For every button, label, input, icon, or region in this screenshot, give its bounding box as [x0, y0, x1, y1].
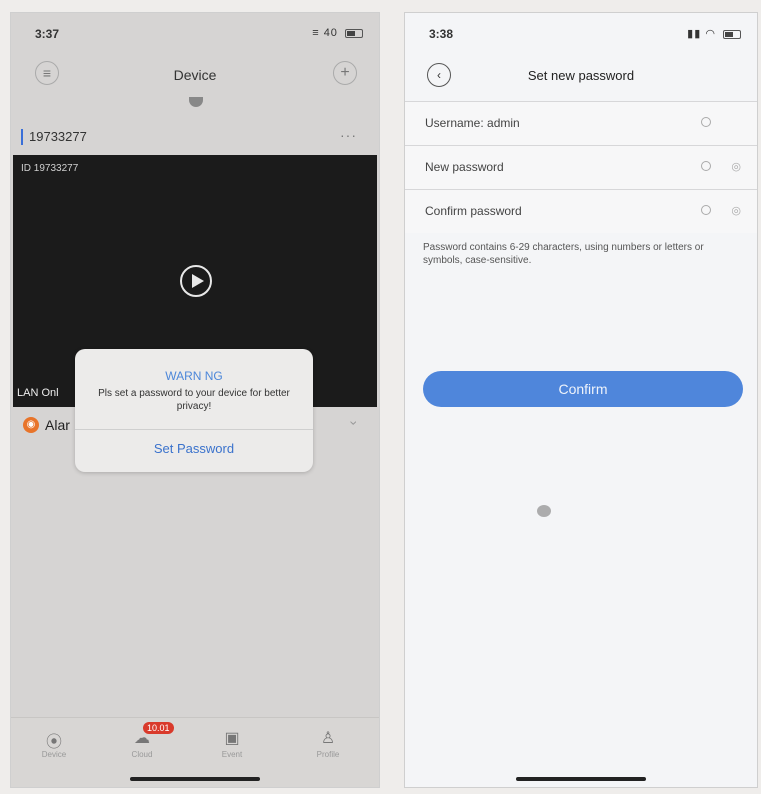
password-hint: Password contains 6-29 characters, using…	[423, 242, 704, 266]
tab-cloud[interactable]: ☁ 10.01 Cloud	[117, 722, 174, 759]
tab-bar: ⦿ Device ☁ 10.01 Cloud ▣ Event ♙ Profile	[11, 717, 379, 787]
video-icon: ▣	[224, 730, 240, 747]
signal-icon: ≡	[312, 27, 320, 39]
field-label: New password	[425, 160, 504, 174]
password-form: Username: admin New password ◎ Confirm p…	[405, 101, 757, 275]
screenshot-stage: 3:37 ≡ 40 ≡ Device + 19733277 ··· ID 197…	[0, 0, 761, 794]
clear-icon[interactable]	[701, 117, 711, 127]
alarm-label: Alar	[45, 417, 70, 433]
device-screen: 3:37 ≡ 40 ≡ Device + 19733277 ··· ID 197…	[10, 12, 380, 788]
play-icon[interactable]	[180, 265, 212, 297]
pull-handle	[189, 97, 203, 107]
device-header[interactable]: 19733277 ···	[11, 121, 379, 155]
status-indicators: ▮▮ ◠	[687, 27, 741, 40]
top-bar: ‹ Set new password	[405, 61, 757, 91]
dialog-title: WARN NG	[165, 369, 223, 383]
tab-event[interactable]: ▣ Event	[207, 728, 257, 759]
device-accent-bar	[21, 129, 23, 145]
page-title: Device	[173, 67, 217, 83]
add-device-icon[interactable]: +	[333, 61, 357, 85]
chevron-down-icon[interactable]: ›	[347, 421, 363, 426]
video-id-label: ID 19733277	[21, 163, 79, 174]
confirm-button[interactable]: Confirm	[423, 371, 743, 407]
battery-level: 40	[323, 27, 338, 39]
page-title: Set new password	[527, 68, 635, 83]
dialog-divider	[75, 429, 313, 430]
tab-device[interactable]: ⦿ Device	[29, 728, 79, 759]
more-icon[interactable]: ···	[340, 127, 357, 143]
field-label: Username: admin	[425, 116, 520, 130]
field-label: Confirm password	[425, 204, 522, 218]
clear-icon[interactable]	[701, 161, 711, 171]
set-password-screen: 3:38 ▮▮ ◠ ‹ Set new password Username: a…	[404, 12, 758, 788]
lan-status-label: LAN Onl	[17, 387, 59, 399]
status-indicators: ≡ 40	[312, 27, 363, 39]
signal-icon: ▮▮	[687, 28, 702, 40]
new-password-field[interactable]: New password ◎	[405, 145, 757, 189]
eye-icon[interactable]: ◎	[731, 160, 741, 173]
top-bar: ≡ Device +	[11, 57, 379, 93]
tab-profile[interactable]: ♙ Profile	[303, 728, 353, 759]
cloud-badge: 10.01	[143, 722, 174, 734]
dialog-message: Pls set a password to your device for be…	[98, 388, 290, 412]
username-field[interactable]: Username: admin	[405, 101, 757, 145]
device-name: 19733277	[29, 129, 87, 144]
tab-label: Event	[221, 750, 243, 759]
home-indicator[interactable]	[130, 777, 260, 781]
status-bar: 3:37 ≡ 40	[11, 13, 379, 53]
tab-label: Profile	[316, 750, 340, 759]
eye-icon[interactable]: ◎	[731, 204, 741, 217]
tab-label: Device	[41, 750, 67, 759]
tab-label: Cloud	[131, 750, 153, 759]
status-bar: 3:38 ▮▮ ◠	[405, 13, 757, 53]
warning-dialog: WARN NG Pls set a password to your devic…	[75, 349, 313, 472]
status-time: 3:38	[429, 27, 454, 41]
battery-icon	[345, 28, 363, 38]
set-password-button[interactable]: Set Password	[75, 441, 313, 456]
clear-icon[interactable]	[701, 205, 711, 215]
camera-icon: ⦿	[45, 734, 62, 751]
confirm-password-field[interactable]: Confirm password ◎	[405, 189, 757, 233]
home-indicator[interactable]	[516, 777, 646, 781]
battery-icon	[723, 29, 741, 39]
smudge-mark	[537, 505, 551, 517]
status-time: 3:37	[35, 27, 60, 41]
profile-icon: ♙	[320, 730, 336, 747]
alarm-icon: ◉	[23, 417, 39, 433]
wifi-icon: ◠	[705, 28, 716, 40]
